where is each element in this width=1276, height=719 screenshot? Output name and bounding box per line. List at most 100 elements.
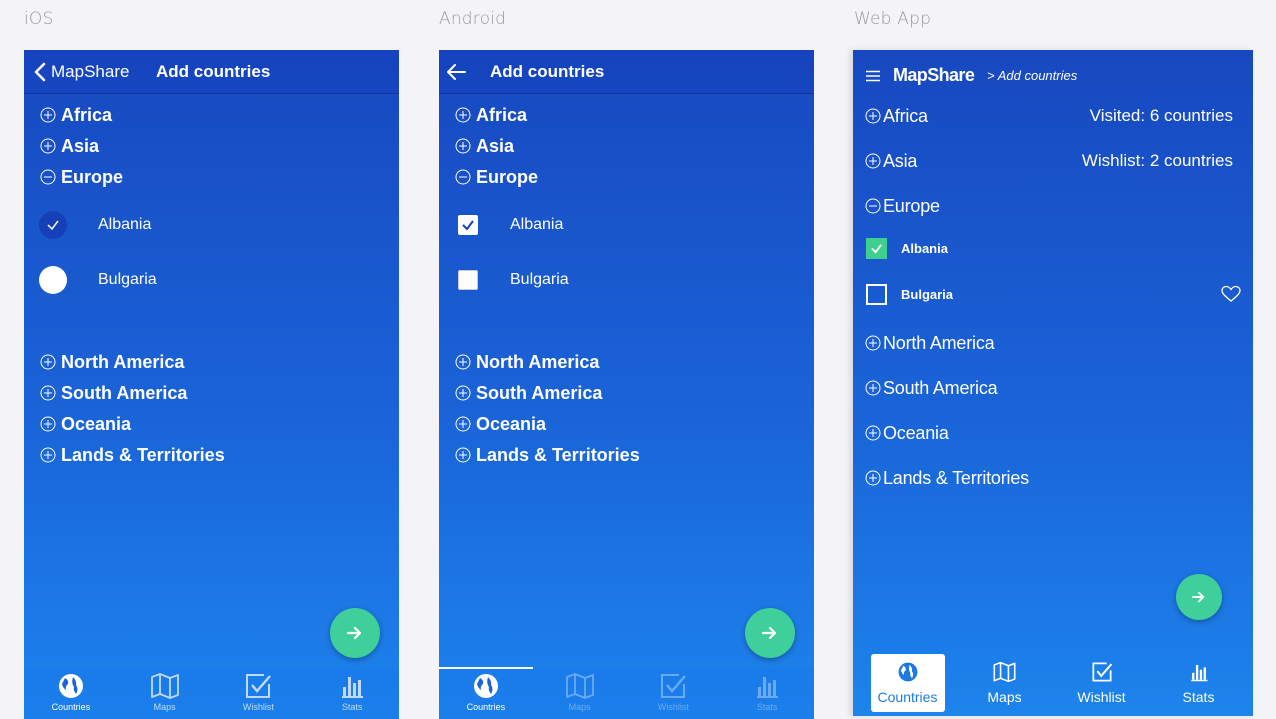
continent-south-america[interactable]: South America — [865, 377, 998, 399]
bar-chart-icon — [757, 677, 779, 698]
tab-wishlist[interactable]: Wishlist — [627, 669, 721, 719]
continent-europe[interactable]: Europe — [40, 166, 123, 188]
plus-circle-icon — [865, 335, 881, 351]
ios-label: iOS — [24, 9, 54, 29]
continent-oceania[interactable]: Oceania — [455, 413, 546, 435]
heart-icon[interactable] — [1221, 285, 1241, 303]
checkbox-icon — [661, 674, 687, 698]
plus-circle-icon — [40, 138, 56, 154]
plus-circle-icon — [40, 107, 56, 123]
bottom-navigation: Countries Maps Wishlist Stats — [439, 667, 814, 719]
ios-nav-bar: MapShare Add countries — [24, 50, 399, 94]
map-icon — [150, 673, 179, 699]
ios-screen: MapShare Add countries Africa Asia Europ… — [24, 50, 399, 719]
continent-south-america[interactable]: South America — [455, 382, 602, 404]
plus-circle-icon — [455, 138, 471, 154]
next-button[interactable] — [1176, 574, 1222, 620]
web-screen: MapShare > Add countries Visited: 6 coun… — [853, 50, 1253, 716]
continent-africa[interactable]: Africa — [455, 104, 527, 126]
plus-circle-icon — [40, 354, 56, 370]
plus-circle-icon — [865, 425, 881, 441]
unchecked-circle-icon[interactable] — [39, 266, 67, 294]
tab-maps[interactable]: Maps — [968, 654, 1042, 712]
plus-circle-icon — [455, 447, 471, 463]
checkbox-unchecked-icon[interactable] — [866, 283, 887, 305]
plus-circle-icon — [40, 447, 56, 463]
web-tab-bar: Countries Maps Wishlist Stats — [853, 650, 1253, 716]
arrow-left-icon[interactable] — [445, 61, 467, 83]
wishlist-count: Wishlist: 2 countries — [1081, 151, 1233, 170]
continent-europe[interactable]: Europe — [455, 166, 538, 188]
plus-circle-icon — [40, 416, 56, 432]
arrow-right-icon — [1192, 591, 1205, 603]
checkbox-checked-icon[interactable] — [458, 215, 478, 235]
continent-africa[interactable]: Africa — [865, 105, 928, 127]
continent-asia[interactable]: Asia — [865, 150, 917, 172]
continent-oceania[interactable]: Oceania — [865, 422, 949, 444]
tab-maps[interactable]: Maps — [118, 669, 212, 719]
tab-bar: Countries Maps Wishlist Stats — [24, 669, 399, 719]
plus-circle-icon — [865, 108, 881, 124]
plus-circle-icon — [865, 380, 881, 396]
country-row[interactable]: Albania — [458, 210, 563, 240]
continent-asia[interactable]: Asia — [40, 135, 99, 157]
country-row[interactable]: Albania — [866, 233, 948, 263]
back-label[interactable]: MapShare — [51, 62, 129, 82]
continent-africa[interactable]: Africa — [40, 104, 112, 126]
continent-europe[interactable]: Europe — [865, 195, 940, 217]
page-title: Add countries — [490, 62, 605, 81]
chevron-left-icon[interactable] — [30, 61, 52, 83]
country-row[interactable]: Bulgaria — [866, 279, 1241, 309]
tab-countries[interactable]: Countries — [439, 667, 533, 719]
minus-circle-icon — [865, 198, 881, 214]
plus-circle-icon — [865, 470, 881, 486]
continent-lands-territories[interactable]: Lands & Territories — [865, 467, 1029, 489]
globe-icon — [58, 674, 83, 698]
continent-lands-territories[interactable]: Lands & Territories — [455, 444, 640, 466]
checkbox-icon — [1091, 662, 1112, 682]
checkbox-icon — [246, 674, 272, 698]
next-button[interactable] — [745, 608, 795, 658]
tab-countries[interactable]: Countries — [24, 669, 118, 719]
minus-circle-icon — [40, 169, 56, 185]
country-row[interactable]: Albania — [39, 210, 151, 240]
arrow-right-icon — [347, 626, 362, 640]
continent-north-america[interactable]: North America — [40, 351, 184, 373]
android-screen: Add countries Africa Asia Europe Albania… — [439, 50, 814, 719]
continent-asia[interactable]: Asia — [455, 135, 514, 157]
country-row[interactable]: Bulgaria — [39, 265, 157, 295]
globe-icon — [473, 674, 498, 698]
tab-stats[interactable]: Stats — [1162, 654, 1236, 712]
continent-south-america[interactable]: South America — [40, 382, 187, 404]
continent-oceania[interactable]: Oceania — [40, 413, 131, 435]
visited-count: Visited: 6 countries — [1089, 106, 1233, 125]
plus-circle-icon — [455, 107, 471, 123]
country-row[interactable]: Bulgaria — [458, 265, 569, 295]
arrow-right-icon — [762, 626, 777, 640]
plus-circle-icon — [455, 385, 471, 401]
tab-stats[interactable]: Stats — [305, 669, 399, 719]
checkbox-unchecked-icon[interactable] — [458, 270, 478, 290]
tab-maps[interactable]: Maps — [533, 669, 627, 719]
tab-wishlist[interactable]: Wishlist — [1065, 654, 1139, 712]
android-app-bar: Add countries — [439, 50, 814, 94]
tab-countries[interactable]: Countries — [870, 654, 945, 712]
web-label: Web App — [854, 9, 932, 29]
bar-chart-icon — [342, 677, 364, 698]
page-title: Add countries — [156, 62, 271, 81]
checkmark-icon[interactable] — [39, 211, 67, 239]
plus-circle-icon — [455, 416, 471, 432]
next-button[interactable] — [330, 608, 380, 658]
bar-chart-icon — [1190, 665, 1207, 682]
map-icon — [993, 661, 1016, 683]
checkbox-checked-icon[interactable] — [866, 237, 887, 259]
hamburger-menu-icon[interactable] — [866, 70, 880, 82]
tab-stats[interactable]: Stats — [720, 669, 814, 719]
continent-north-america[interactable]: North America — [865, 332, 995, 354]
continent-north-america[interactable]: North America — [455, 351, 599, 373]
tab-wishlist[interactable]: Wishlist — [212, 669, 306, 719]
plus-circle-icon — [865, 153, 881, 169]
continent-lands-territories[interactable]: Lands & Territories — [40, 444, 225, 466]
brand-logo[interactable]: MapShare — [893, 65, 975, 86]
map-icon — [565, 673, 594, 699]
